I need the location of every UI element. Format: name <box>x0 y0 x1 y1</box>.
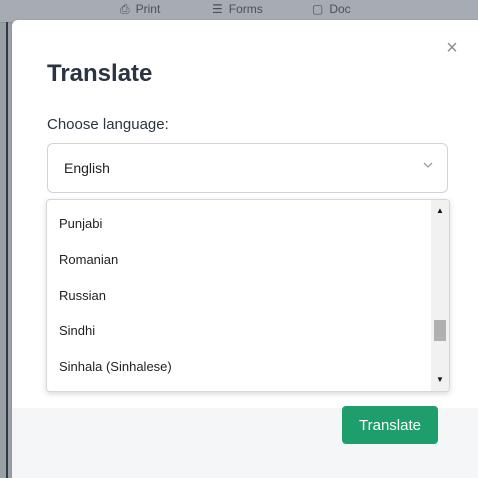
language-dropdown-list[interactable]: Punjabi Romanian Russian Sindhi Sinhala … <box>46 199 450 392</box>
language-option-romanian[interactable]: Romanian <box>59 252 118 267</box>
scroll-up-arrow-icon[interactable]: ▲ <box>431 202 449 220</box>
dialog-title: Translate <box>47 60 153 87</box>
print-tool: ⎙ Print <box>120 2 160 17</box>
scrollbar-thumb[interactable] <box>434 320 446 341</box>
print-icon: ⎙ <box>120 2 130 16</box>
background-panel-edge <box>6 22 8 478</box>
print-tool-label: Print <box>135 2 161 16</box>
forms-tool-label: Forms <box>228 2 263 16</box>
dropdown-scrollbar[interactable]: ▲ ▼ <box>431 200 449 391</box>
language-option-sinhala[interactable]: Sinhala (Sinhalese) <box>59 359 172 374</box>
close-icon[interactable]: × <box>444 38 460 58</box>
language-option-punjabi[interactable]: Punjabi <box>59 216 102 231</box>
chevron-down-icon <box>423 162 433 168</box>
translate-button[interactable]: Translate <box>342 406 438 444</box>
language-label: Choose language: <box>47 116 169 133</box>
language-option-sindhi[interactable]: Sindhi <box>59 323 95 338</box>
doc-tool-label: Doc <box>329 2 351 16</box>
forms-tool: ☰ Forms <box>212 2 263 16</box>
language-option-russian[interactable]: Russian <box>59 288 106 303</box>
language-select[interactable]: English <box>47 143 448 193</box>
selected-language: English <box>64 160 110 176</box>
forms-icon: ☰ <box>212 2 223 16</box>
doc-icon: ▢ <box>312 2 324 16</box>
scroll-down-arrow-icon[interactable]: ▼ <box>431 371 449 389</box>
doc-tool: ▢ Doc <box>312 2 351 16</box>
